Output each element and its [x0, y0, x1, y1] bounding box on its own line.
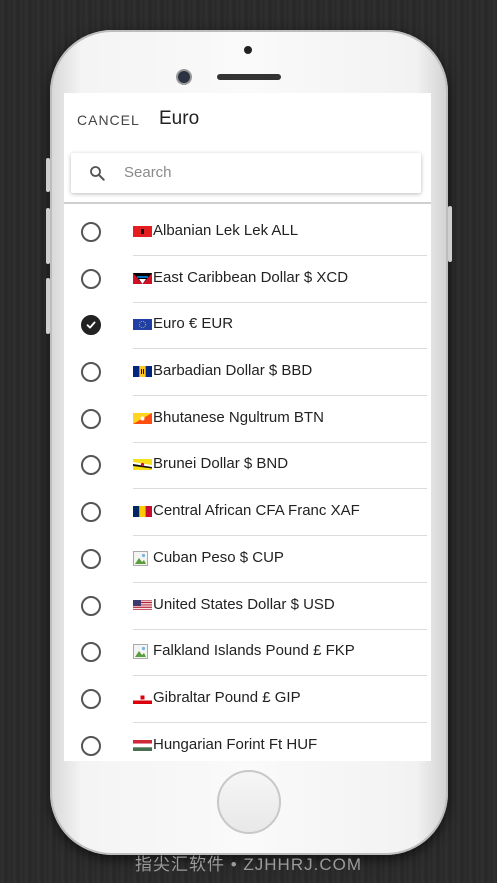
power-button — [448, 206, 452, 262]
radio-unchecked[interactable] — [81, 222, 101, 242]
currency-cell: United States Dollar $ USD — [133, 583, 427, 630]
currency-cell: Brunei Dollar $ BND — [133, 442, 427, 490]
currency-label: Central African CFA Franc XAF — [153, 502, 360, 520]
currency-label: United States Dollar $ USD — [153, 595, 335, 613]
currency-cell: East Caribbean Dollar $ XCD — [133, 256, 427, 303]
camera-dot — [244, 46, 252, 54]
radio-unchecked[interactable] — [81, 268, 101, 289]
gibraltar-flag — [133, 692, 152, 704]
list-item[interactable]: United States Dollar $ USD — [64, 583, 431, 630]
antigua-flag — [133, 272, 152, 284]
radio-unchecked[interactable] — [81, 735, 101, 756]
list-item[interactable]: Falkland Islands Pound £ FKP — [64, 629, 431, 677]
currency-label: Bhutanese Ngultrum BTN — [153, 408, 324, 426]
list-item[interactable]: Cuban Peso $ CUP — [64, 536, 431, 583]
volume-up-button — [46, 208, 50, 264]
phone-frame: CANCEL Euro Search Albanian Lek Lek ALL E… — [46, 30, 452, 855]
currency-cell: Barbadian Dollar $ BBD — [133, 349, 427, 397]
currency-cell: Euro € EUR — [133, 302, 427, 350]
search-input[interactable]: Search — [124, 164, 172, 181]
list-item[interactable]: Euro € EUR — [64, 302, 431, 350]
search-bar[interactable]: Search — [71, 153, 421, 193]
currency-cell: Gibraltar Pound £ GIP — [133, 676, 427, 723]
currency-label: Euro € EUR — [153, 315, 234, 333]
brunei-flag — [133, 459, 152, 471]
earpiece-speaker — [217, 74, 281, 80]
checkmark-icon — [86, 321, 96, 329]
currency-cell: Albanian Lek Lek ALL — [133, 209, 427, 256]
radio-unchecked[interactable] — [81, 362, 101, 383]
app-screen: CANCEL Euro Search Albanian Lek Lek ALL E… — [64, 93, 431, 761]
albania-flag — [133, 226, 152, 237]
currency-label: East Caribbean Dollar $ XCD — [153, 268, 349, 286]
radio-unchecked[interactable] — [81, 408, 101, 429]
hungary-flag — [133, 739, 152, 751]
currency-label: Barbadian Dollar $ BBD — [153, 362, 313, 380]
currency-list: Albanian Lek Lek ALL East Caribbean Dolla… — [64, 209, 431, 761]
watermark: 指尖汇软件 • ZJHHRJ.COM — [135, 855, 362, 874]
radio-unchecked[interactable] — [81, 642, 101, 663]
currency-label: Brunei Dollar $ BND — [153, 455, 289, 473]
currency-label: Falkland Islands Pound £ FKP — [153, 642, 355, 660]
list-item[interactable]: Brunei Dollar $ BND — [64, 442, 431, 490]
radio-unchecked[interactable] — [81, 502, 101, 523]
volume-switch — [46, 158, 50, 192]
list-item[interactable]: Bhutanese Ngultrum BTN — [64, 396, 431, 443]
currency-cell: Bhutanese Ngultrum BTN — [133, 396, 427, 443]
currency-label: Cuban Peso $ CUP — [153, 548, 284, 566]
front-camera — [178, 71, 190, 83]
radio-unchecked[interactable] — [81, 595, 101, 616]
list-item[interactable]: East Caribbean Dollar $ XCD — [64, 256, 431, 303]
currency-cell: Cuban Peso $ CUP — [133, 536, 427, 583]
list-item[interactable]: Hungarian Forint Ft HUF — [64, 723, 431, 761]
eu-flag — [133, 319, 152, 331]
page-title: Euro — [159, 108, 200, 129]
divider — [64, 202, 431, 204]
radio-checked[interactable] — [81, 315, 101, 336]
home-button — [217, 770, 281, 834]
volume-down-button — [46, 278, 50, 334]
currency-cell: Falkland Islands Pound £ FKP — [133, 629, 427, 677]
currency-cell: Hungarian Forint Ft HUF — [133, 723, 427, 761]
radio-unchecked[interactable] — [81, 688, 101, 709]
currency-label: Gibraltar Pound £ GIP — [153, 688, 301, 706]
cancel-button[interactable]: CANCEL — [77, 112, 140, 128]
top-bar: CANCEL Euro — [64, 93, 431, 151]
bhutan-flag — [133, 412, 152, 424]
broken-image-icon — [133, 550, 148, 566]
list-item[interactable]: Gibraltar Pound £ GIP — [64, 676, 431, 723]
currency-label: Albanian Lek Lek ALL — [153, 222, 299, 239]
us-flag — [133, 599, 152, 611]
radio-unchecked[interactable] — [81, 548, 101, 569]
chad-flag — [133, 506, 152, 518]
list-item[interactable]: Albanian Lek Lek ALL — [64, 209, 431, 256]
broken-image-icon — [133, 644, 148, 660]
list-item[interactable]: Central African CFA Franc XAF — [64, 489, 431, 537]
radio-unchecked[interactable] — [81, 455, 101, 476]
currency-label: Hungarian Forint Ft HUF — [153, 735, 318, 753]
currency-cell: Central African CFA Franc XAF — [133, 489, 427, 537]
list-item[interactable]: Barbadian Dollar $ BBD — [64, 349, 431, 397]
barbados-flag — [133, 366, 152, 378]
search-icon — [90, 166, 105, 181]
